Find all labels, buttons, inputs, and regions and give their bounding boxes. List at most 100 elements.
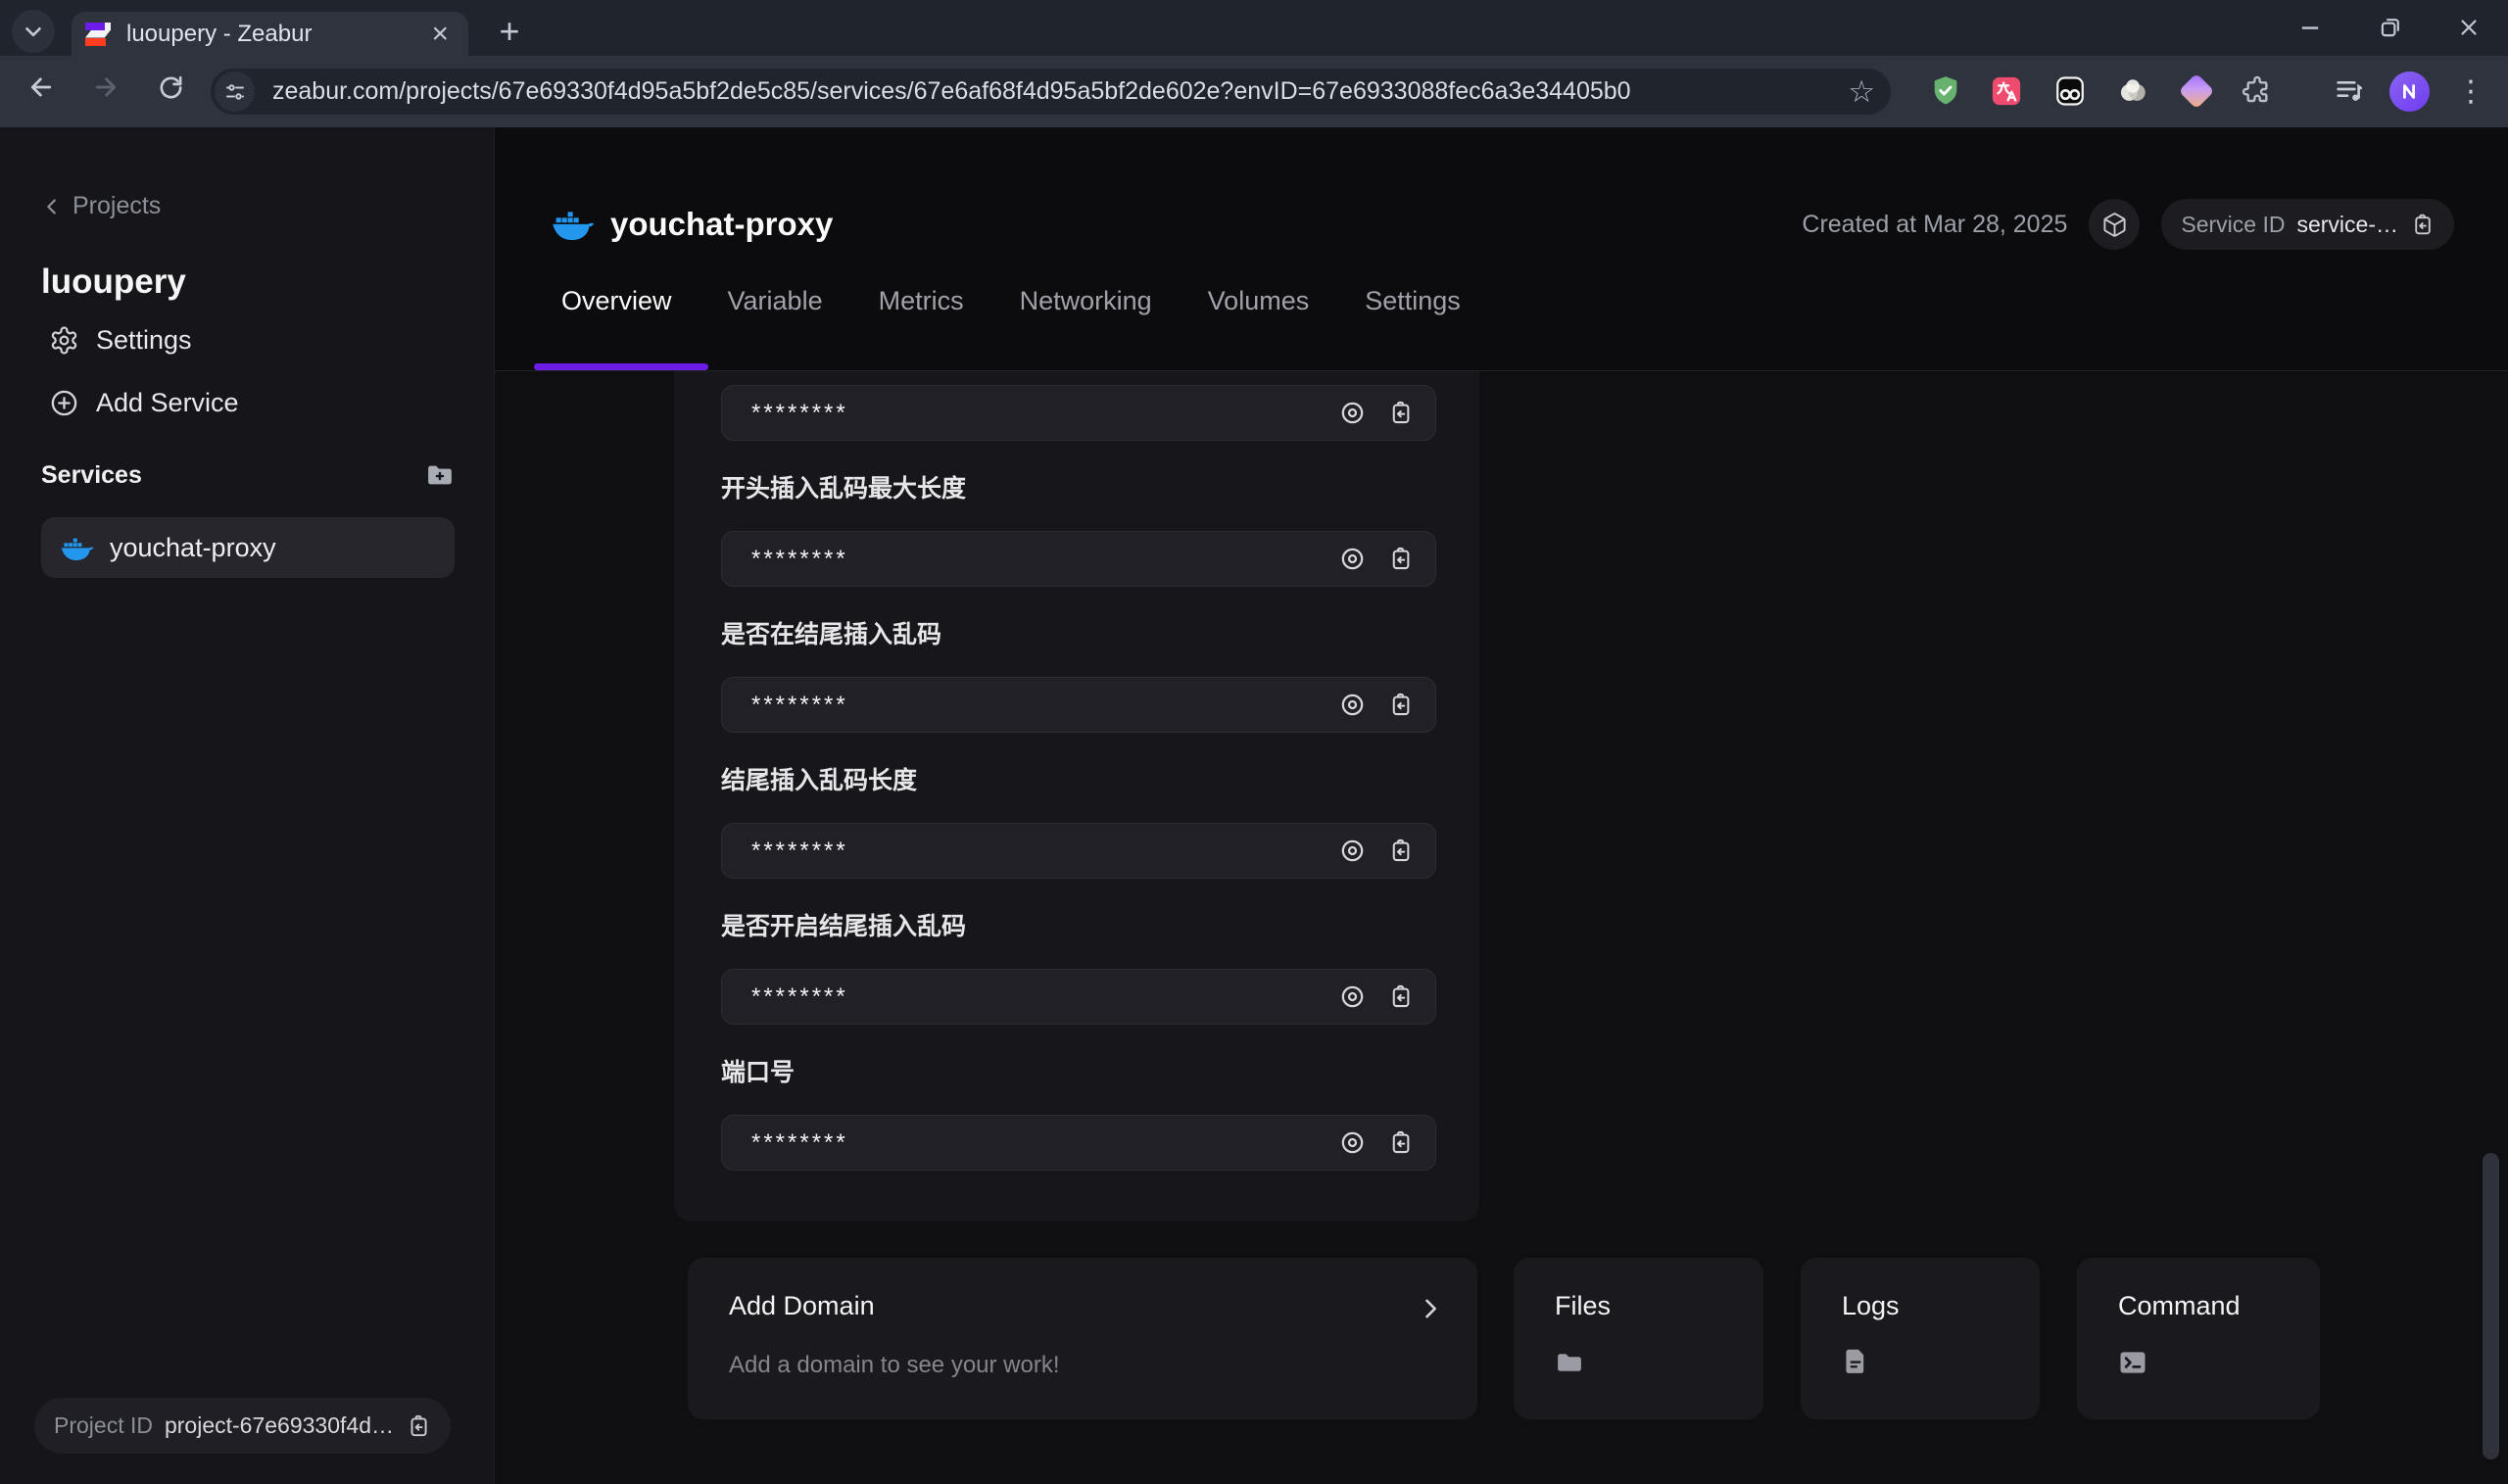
window-minimize-button[interactable]	[2289, 8, 2332, 47]
cube-icon	[2101, 212, 2128, 238]
window-close-button[interactable]	[2447, 8, 2490, 47]
window-maximize-button[interactable]	[2369, 8, 2412, 47]
diamond-icon	[2179, 73, 2215, 110]
masked-value: ********	[751, 838, 1339, 865]
sidebar-service-youchat-proxy[interactable]: youchat-proxy	[41, 517, 455, 578]
extension-translate-icon[interactable]	[1985, 70, 2028, 113]
chevron-down-icon	[21, 19, 46, 44]
page-title: youchat-proxy	[610, 206, 833, 243]
tab-variable[interactable]: Variable	[728, 286, 823, 316]
service-id-pill[interactable]: Service ID service-…	[2161, 199, 2454, 250]
project-id-pill[interactable]: Project ID project-67e69330f4d…	[34, 1398, 451, 1454]
services-section-header: Services	[41, 460, 455, 490]
main-area: youchat-proxy Created at Mar 28, 2025 Se…	[495, 127, 2508, 1484]
variable-value-field[interactable]: ********	[721, 969, 1436, 1025]
tab-networking[interactable]: Networking	[1020, 286, 1152, 316]
add-domain-title: Add Domain	[729, 1291, 875, 1321]
tab-close-icon[interactable]: ×	[425, 20, 455, 49]
add-domain-card[interactable]: Add Domain Add a domain to see your work…	[688, 1258, 1477, 1419]
shield-check-icon	[1929, 74, 1962, 108]
site-settings-button[interactable]	[215, 72, 255, 112]
variable-value-field[interactable]: ********	[721, 385, 1436, 441]
sidebar-item-add-service[interactable]: Add Service	[49, 388, 239, 418]
restore-icon	[2378, 15, 2403, 40]
tab-metrics[interactable]: Metrics	[879, 286, 964, 316]
gear-icon	[49, 325, 79, 356]
copy-icon[interactable]	[1387, 983, 1414, 1010]
extension-diamond-icon[interactable]	[2175, 70, 2218, 113]
sidebar-item-settings[interactable]: Settings	[49, 325, 192, 356]
deployment-cube-button[interactable]	[2089, 199, 2140, 250]
variable-value-field[interactable]: ********	[721, 823, 1436, 879]
service-id-value: service-…	[2296, 212, 2398, 238]
masked-value: ********	[751, 692, 1339, 719]
variable-value-field[interactable]: ********	[721, 677, 1436, 733]
folder-icon	[1555, 1348, 1584, 1377]
playlist-music-icon	[2334, 75, 2365, 107]
tab-overview[interactable]: Overview	[561, 286, 672, 316]
command-card[interactable]: Command	[2077, 1258, 2320, 1419]
copy-icon[interactable]	[1387, 1129, 1414, 1156]
files-card[interactable]: Files	[1514, 1258, 1763, 1419]
minimize-icon	[2296, 14, 2324, 41]
forward-button[interactable]	[80, 62, 131, 113]
circle-plus-icon	[49, 388, 79, 418]
eye-icon[interactable]	[1339, 983, 1366, 1010]
folder-plus-icon[interactable]	[425, 460, 455, 490]
service-header: youchat-proxy Created at Mar 28, 2025 Se…	[495, 196, 2508, 253]
tab-volumes[interactable]: Volumes	[1208, 286, 1310, 316]
page-scrollbar-thumb[interactable]	[2483, 1153, 2499, 1460]
browser-tab[interactable]: luoupery - Zeabur ×	[72, 12, 468, 56]
copy-icon[interactable]	[1387, 838, 1414, 864]
browser-menu-button[interactable]: ⋮	[2449, 70, 2492, 113]
docker-icon	[61, 535, 94, 561]
copy-icon[interactable]	[1387, 546, 1414, 572]
arrow-left-icon	[26, 72, 56, 102]
chevron-left-icon	[41, 196, 63, 217]
copy-icon[interactable]	[1387, 692, 1414, 718]
tab-settings[interactable]: Settings	[1365, 286, 1461, 316]
service-id-label: Service ID	[2181, 212, 2285, 238]
zeabur-page: Projects luoupery Settings Add Service S…	[0, 127, 2508, 1484]
eye-icon[interactable]	[1339, 1129, 1366, 1156]
venn-circles-icon	[2116, 74, 2149, 108]
variable-value-field[interactable]: ********	[721, 531, 1436, 587]
extension-oo-icon[interactable]	[2049, 70, 2092, 113]
eye-icon[interactable]	[1339, 692, 1366, 718]
arrow-right-icon	[91, 72, 121, 102]
eye-icon[interactable]	[1339, 400, 1366, 426]
logs-card[interactable]: Logs	[1801, 1258, 2040, 1419]
back-to-projects-link[interactable]: Projects	[41, 192, 161, 220]
copy-icon[interactable]	[1387, 400, 1414, 426]
extension-circles-icon[interactable]	[2111, 70, 2154, 113]
media-controls-button[interactable]	[2328, 70, 2371, 113]
extension-adguard-icon[interactable]	[1924, 70, 1967, 113]
sidebar-add-service-label: Add Service	[96, 388, 239, 418]
file-text-icon	[1842, 1348, 1869, 1375]
eye-icon[interactable]	[1339, 838, 1366, 864]
new-tab-button[interactable]: +	[488, 10, 531, 53]
sidebar: Projects luoupery Settings Add Service S…	[0, 127, 495, 1484]
sidebar-settings-label: Settings	[96, 325, 192, 356]
overview-content: ******** 开头插入乱码最大长度 ******** 是否在结尾插入乱码 *…	[495, 370, 2508, 1484]
copy-icon[interactable]	[406, 1413, 431, 1439]
masked-value: ********	[751, 1129, 1339, 1157]
copy-icon[interactable]	[2410, 213, 2435, 237]
active-tab-indicator	[534, 363, 708, 370]
add-domain-subtitle: Add a domain to see your work!	[729, 1352, 1060, 1379]
avatar	[2389, 72, 2430, 112]
eye-icon[interactable]	[1339, 546, 1366, 572]
goggles-icon	[2053, 74, 2087, 108]
profile-avatar[interactable]	[2387, 70, 2431, 113]
close-icon	[2456, 15, 2482, 40]
tab-search-button[interactable]	[12, 10, 55, 53]
bookmark-star-icon[interactable]: ☆	[1848, 74, 1875, 110]
translate-icon	[1990, 74, 2023, 108]
extensions-puzzle-button[interactable]	[2236, 70, 2279, 113]
variable-label: 结尾插入乱码长度	[721, 761, 1426, 796]
back-button[interactable]	[16, 62, 67, 113]
variable-value-field[interactable]: ********	[721, 1115, 1436, 1171]
reload-button[interactable]	[145, 62, 196, 113]
url-bar[interactable]: zeabur.com/projects/67e69330f4d95a5bf2de…	[211, 69, 1891, 115]
back-link-label: Projects	[72, 192, 161, 220]
